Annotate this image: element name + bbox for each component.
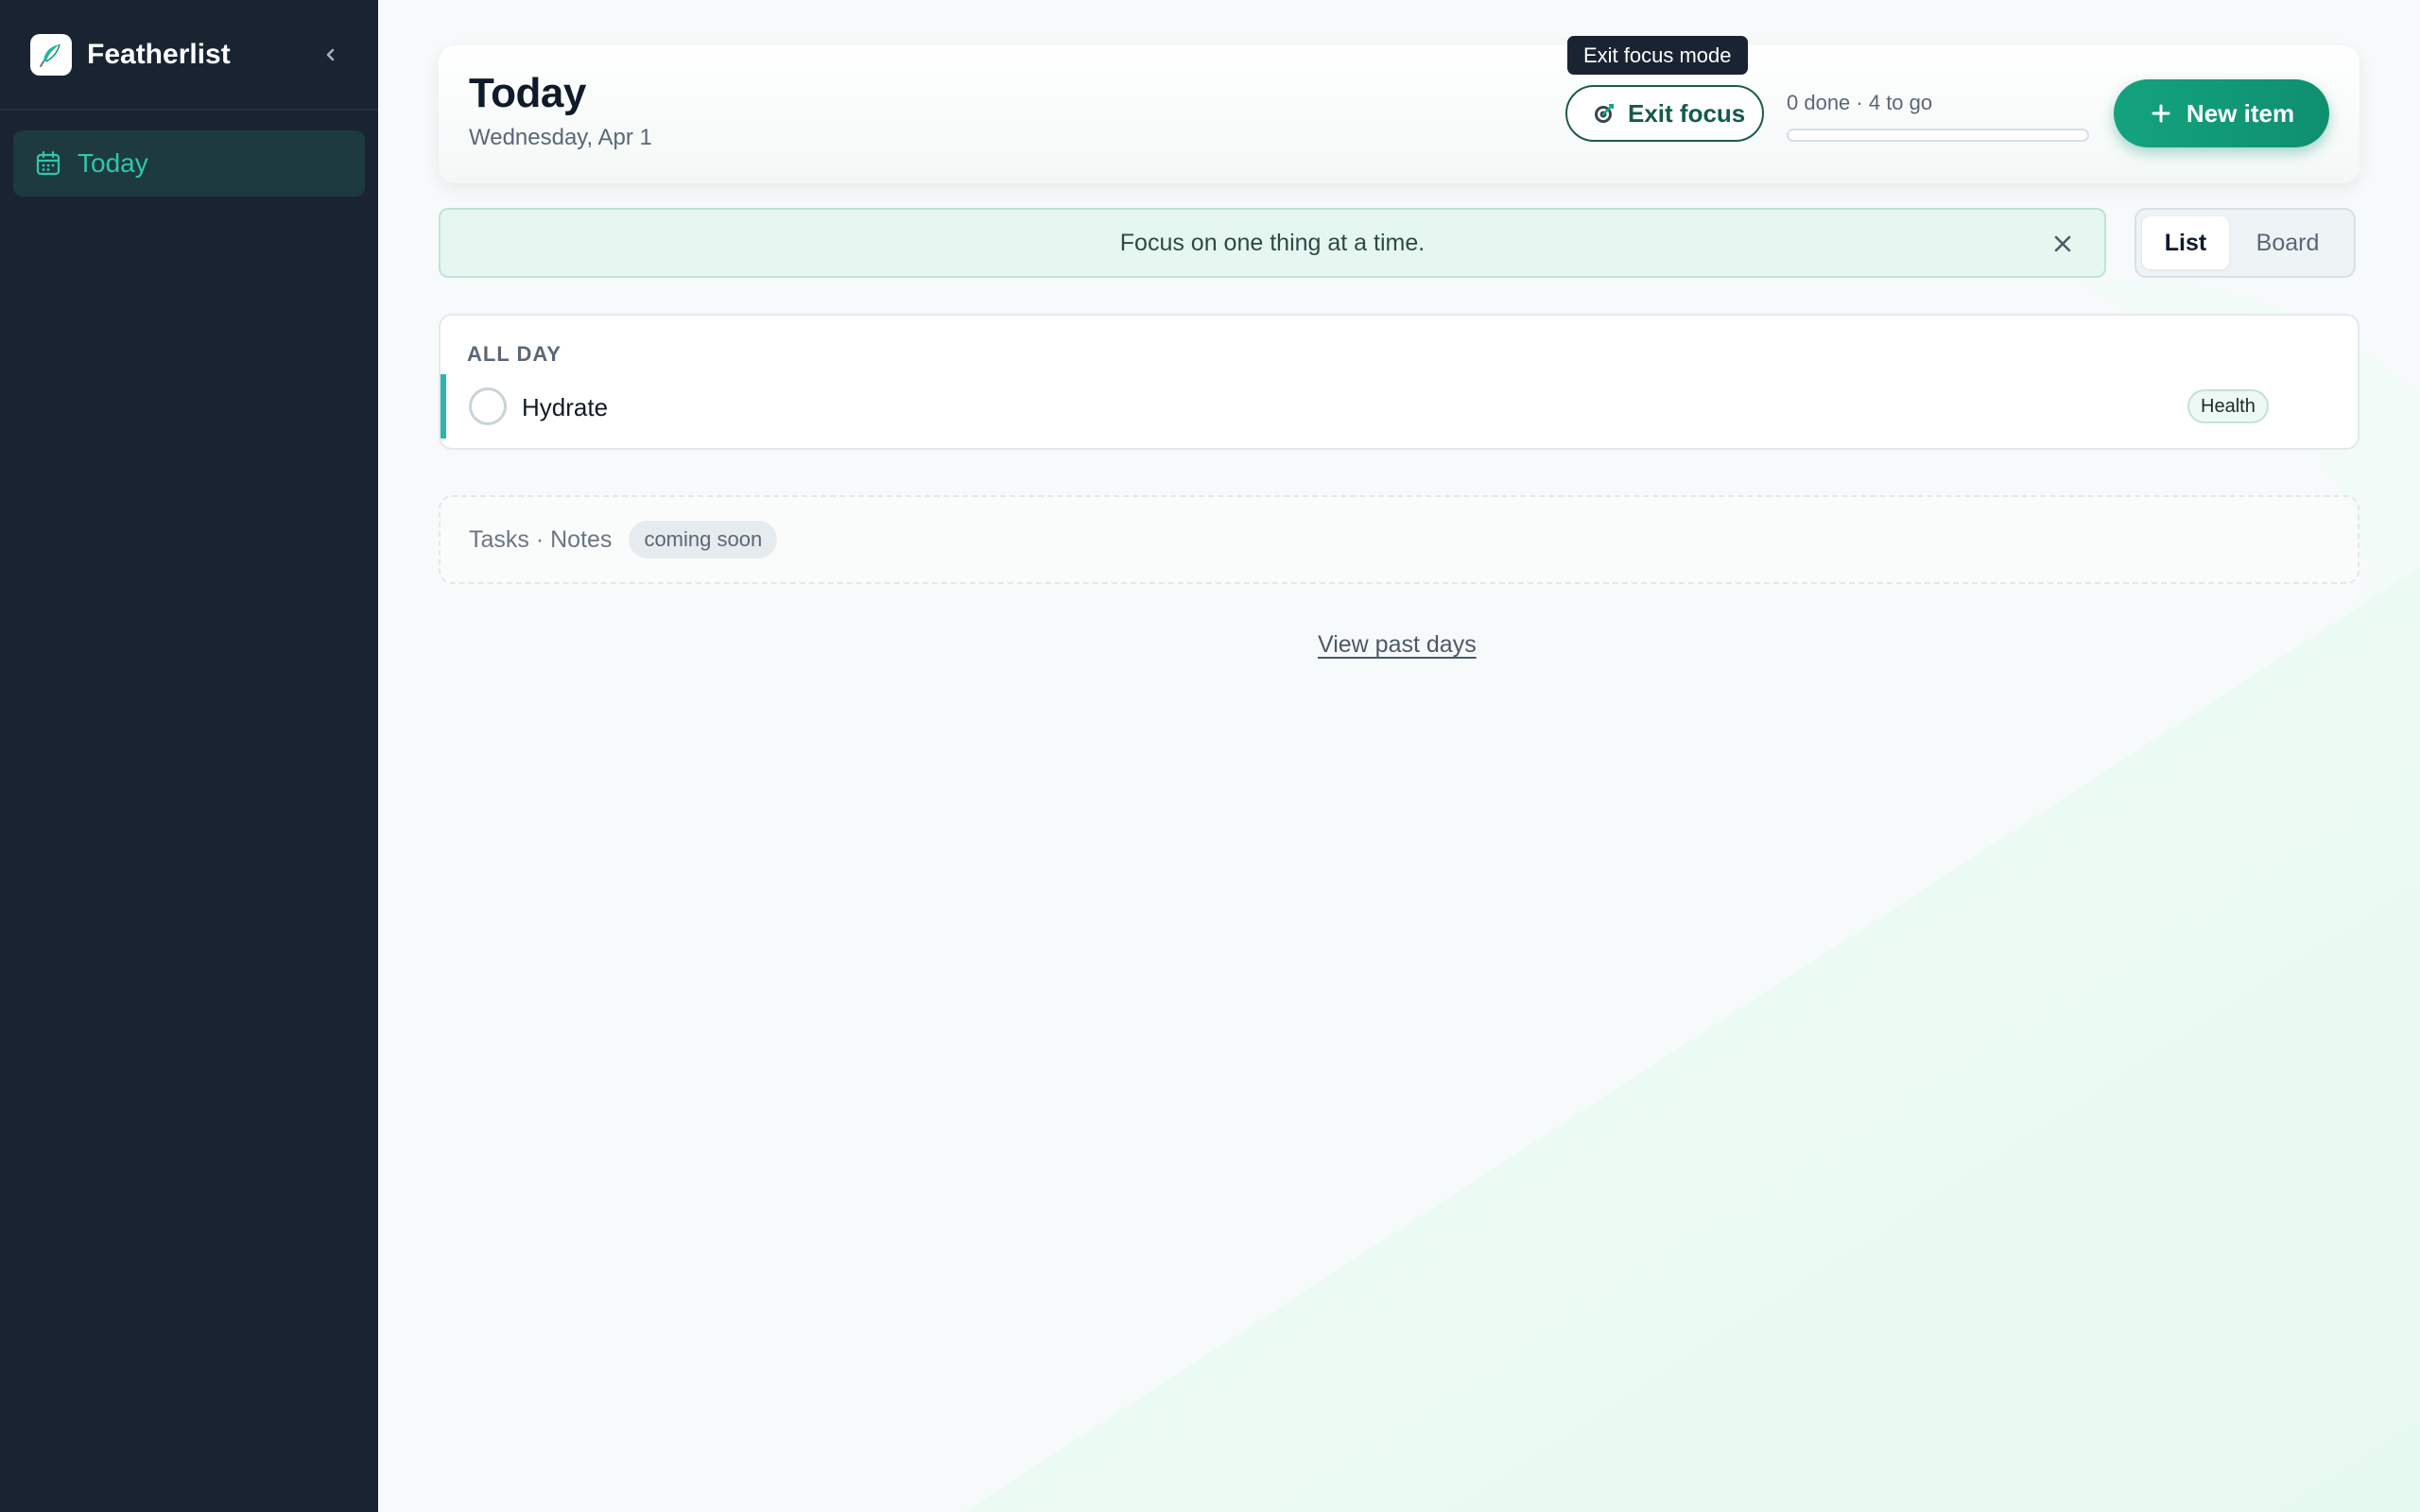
sidebar-item-today[interactable]: Today — [13, 130, 365, 197]
coming-soon-badge: coming soon — [629, 521, 778, 558]
view-past-days-link[interactable]: View past days — [1318, 631, 1477, 659]
exit-focus-tooltip: Exit focus mode — [1567, 36, 1748, 75]
task-row[interactable]: Hydrate Health — [441, 374, 2358, 438]
new-item-label: New item — [2186, 98, 2295, 128]
dismiss-banner-button[interactable] — [2049, 231, 2076, 257]
chevron-left-icon — [326, 48, 335, 60]
sidebar: Featherlist Today — [0, 0, 378, 1512]
plus-icon — [2152, 104, 2170, 123]
exit-focus-label: Exit focus — [1628, 98, 1746, 128]
feather-logo-icon — [30, 33, 72, 76]
coming-soon-text: Tasks · Notes — [469, 525, 613, 553]
sidebar-item-label: Today — [78, 148, 148, 178]
coming-soon-section: Tasks · Notes coming soon — [439, 495, 2360, 584]
target-icon — [1595, 104, 1614, 123]
page-date: Wednesday, Apr 1 — [469, 125, 652, 150]
task-tag: Health — [2187, 389, 2269, 423]
calendar-icon — [36, 150, 60, 176]
task-title: Hydrate — [522, 393, 609, 421]
task-accent-bar — [441, 374, 446, 438]
all-day-section: ALL DAY Hydrate Health — [439, 314, 2360, 450]
view-board-button[interactable]: Board — [2229, 216, 2346, 269]
focus-banner-text: Focus on one thing at a time. — [1119, 229, 1426, 256]
all-day-heading: ALL DAY — [467, 342, 562, 366]
focus-banner: Focus on one thing at a time. — [439, 208, 2106, 278]
exit-focus-button[interactable]: Exit focus — [1565, 85, 1764, 142]
progress-summary: 0 done · 4 to go — [1787, 91, 1933, 114]
brand-header: Featherlist — [0, 0, 378, 111]
view-list-button[interactable]: List — [2142, 216, 2229, 269]
collapse-sidebar-button[interactable] — [314, 38, 348, 72]
close-icon — [2054, 235, 2071, 252]
progress-bar — [1787, 129, 2089, 142]
task-complete-checkbox[interactable] — [469, 387, 507, 425]
new-item-button[interactable]: New item — [2114, 79, 2329, 147]
page-title: Today — [469, 70, 586, 116]
app-name: Featherlist — [87, 38, 231, 70]
view-toggle: List Board — [2135, 208, 2356, 278]
page-header: Today Wednesday, Apr 1 — [439, 45, 2360, 183]
